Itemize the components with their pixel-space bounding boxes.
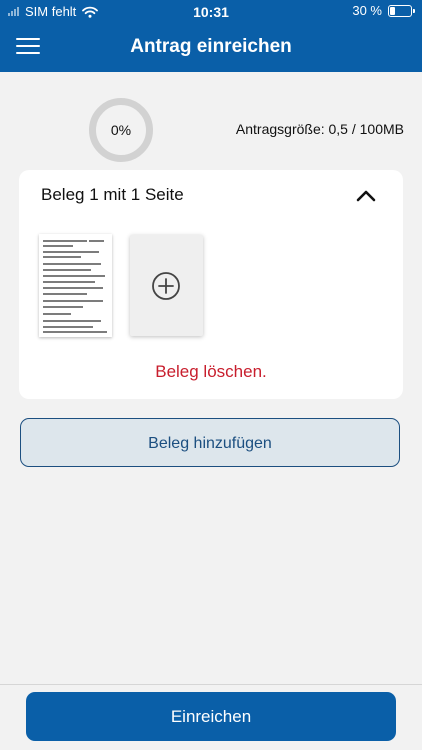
status-bar: SIM fehlt 10:31 30 % (0, 0, 422, 24)
battery-percentage: 30 % (352, 3, 382, 18)
app-header: SIM fehlt 10:31 30 % Antrag einreichen (0, 0, 422, 72)
chevron-up-icon (356, 190, 376, 202)
plus-circle-icon (152, 272, 180, 300)
add-page-button[interactable] (130, 235, 203, 336)
application-size-info: Antragsgröße: 0,5 / 100MB (235, 121, 404, 137)
add-receipt-button[interactable]: Beleg hinzufügen (20, 418, 400, 467)
battery-icon (388, 4, 415, 17)
page-title: Antrag einreichen (130, 36, 292, 57)
receipt-card: Beleg 1 mit 1 Seite Beleg löschen. (19, 170, 403, 399)
collapse-button[interactable] (354, 184, 378, 208)
receipt-title: Beleg 1 mit 1 Seite (41, 185, 184, 204)
delete-receipt-link[interactable]: Beleg löschen. (19, 362, 403, 382)
upload-progress-ring: 0% (88, 97, 154, 163)
submit-button[interactable]: Einreichen (26, 692, 396, 741)
footer-divider (0, 684, 422, 685)
status-right: 30 % (352, 3, 415, 18)
page-thumbnail[interactable] (39, 234, 112, 337)
progress-label: 0% (110, 122, 132, 138)
